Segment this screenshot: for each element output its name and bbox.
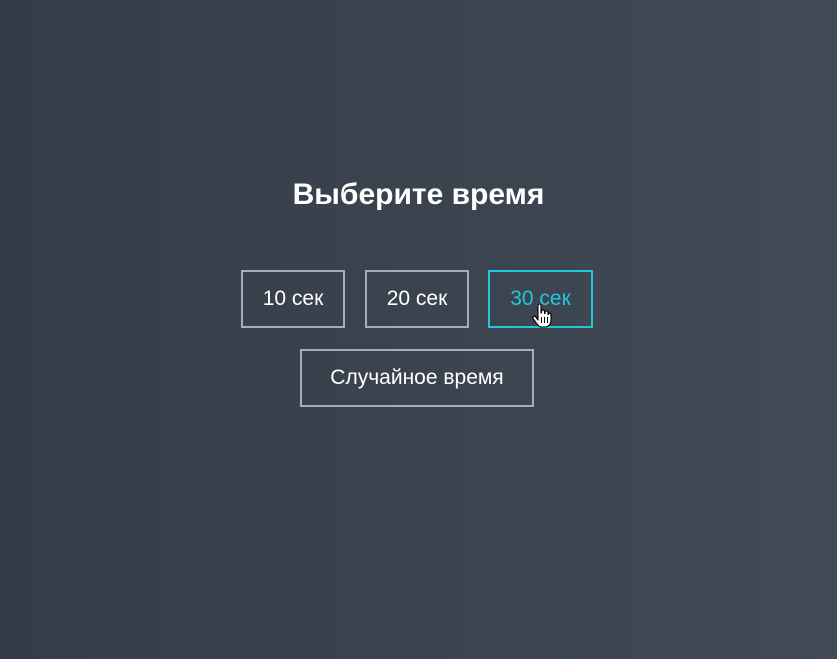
time-20-button[interactable]: 20 сек xyxy=(365,270,469,328)
random-time-button[interactable]: Случайное время xyxy=(300,349,534,407)
page-title: Выберите время xyxy=(292,178,545,211)
time-30-button[interactable]: 30 сек xyxy=(488,270,593,328)
time-10-button[interactable]: 10 сек xyxy=(241,270,345,328)
